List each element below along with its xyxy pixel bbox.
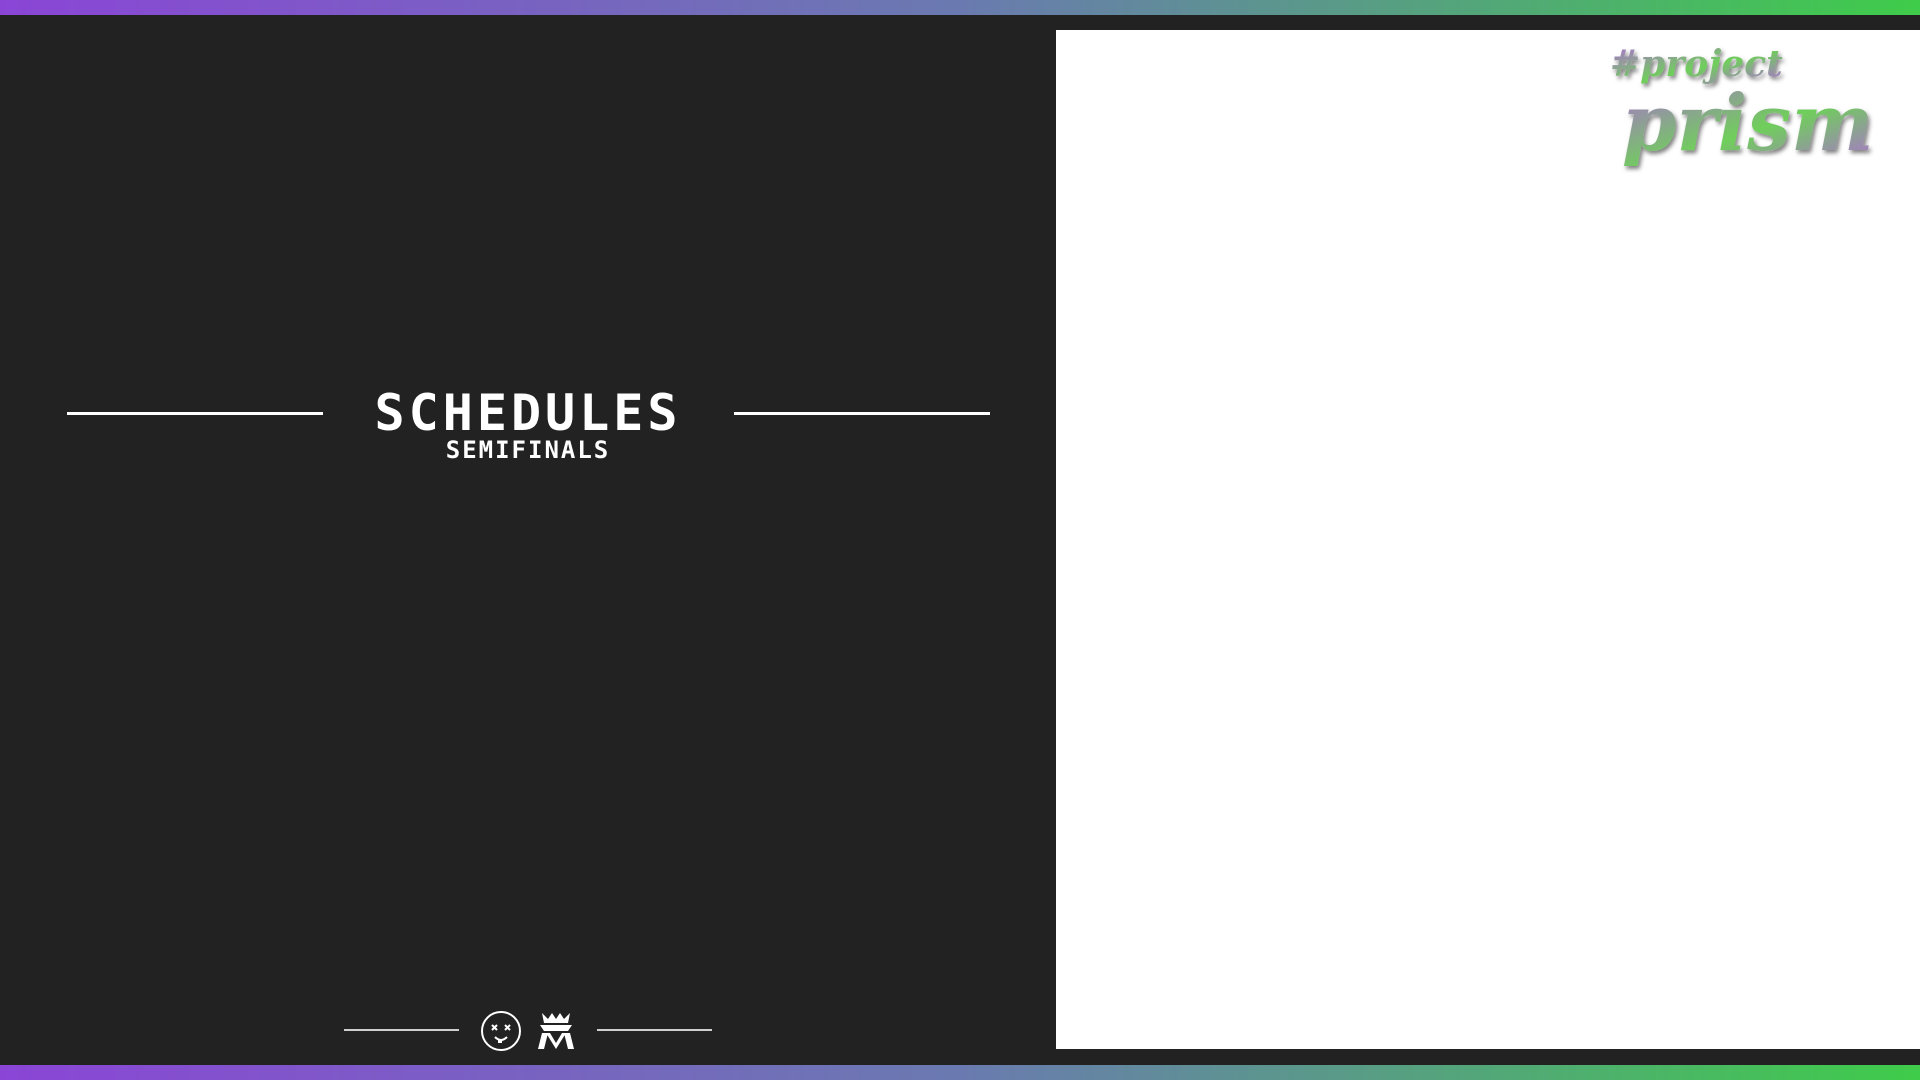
face-logo-icon: [479, 1009, 523, 1053]
schedule-title: SCHEDULES: [374, 384, 682, 442]
schedule-panel: [0, 15, 1056, 1065]
overlay-stage: SCHEDULES SEMIFINALS #project prism: [0, 0, 1920, 1080]
schedule-subtitle: SEMIFINALS: [445, 436, 611, 464]
top-gradient-bar: [0, 0, 1920, 15]
footer-divider-right: [597, 1029, 712, 1031]
brand-name: prism: [1622, 78, 1874, 169]
bottom-gradient-bar: [0, 1065, 1920, 1080]
media-screen-area: [1056, 30, 1920, 1049]
project-prism-logo: #project prism: [1600, 28, 1890, 178]
footer-divider-left: [344, 1029, 459, 1031]
crown-logo-icon: [534, 1009, 578, 1053]
